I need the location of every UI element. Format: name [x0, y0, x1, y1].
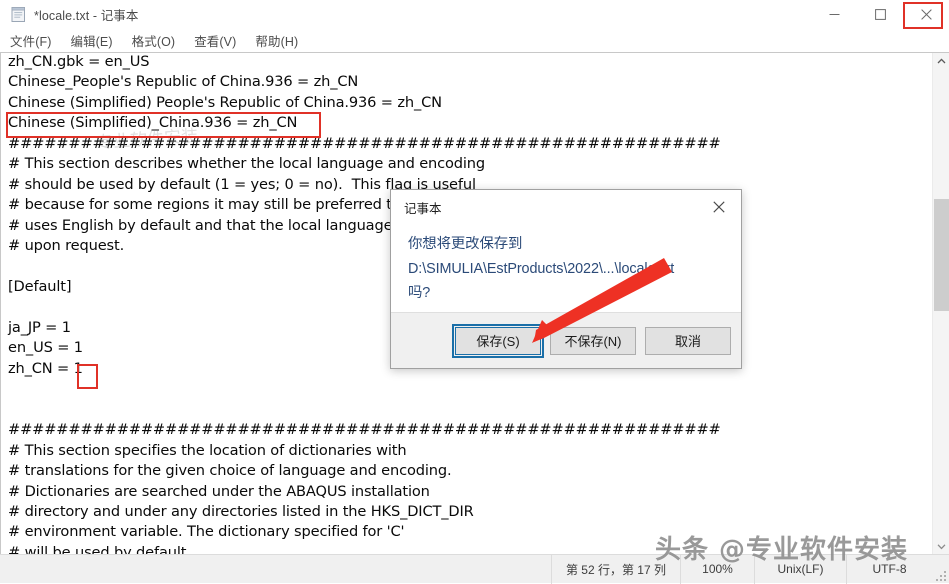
scroll-up-icon[interactable] [933, 53, 949, 70]
dialog-save-button[interactable]: 保存(S) [452, 323, 544, 358]
status-zoom-level: 100% [680, 554, 754, 584]
status-cursor-position: 第 52 行，第 17 列 [550, 554, 680, 584]
title-bar: *locale.txt - 记事本 [0, 0, 949, 30]
close-button[interactable] [903, 0, 949, 29]
notepad-icon [10, 6, 27, 23]
menu-view[interactable]: 查看(V) [194, 31, 236, 50]
dialog-button-row: 保存(S) 不保存(N) 取消 [391, 312, 741, 368]
menu-help[interactable]: 帮助(H) [255, 31, 298, 50]
dialog-cancel-button[interactable]: 取消 [645, 326, 731, 355]
dialog-title-bar: 记事本 [391, 190, 741, 224]
menu-edit[interactable]: 编辑(E) [70, 31, 112, 50]
vertical-scrollbar[interactable] [932, 53, 949, 555]
status-encoding: UTF-8 [846, 554, 932, 584]
menu-file[interactable]: 文件(F) [10, 31, 51, 50]
status-bar: 第 52 行，第 17 列 100% Unix(LF) UTF-8 [0, 554, 949, 584]
scrollbar-thumb[interactable] [934, 199, 949, 311]
status-line-ending: Unix(LF) [754, 554, 846, 584]
dialog-close-icon[interactable] [696, 190, 741, 224]
dialog-title: 记事本 [404, 201, 442, 216]
save-confirmation-dialog: 记事本 你想将更改保存到 D:\SIMULIA\EstProducts\2022… [390, 189, 742, 369]
minimize-button[interactable] [811, 0, 857, 29]
scroll-down-icon[interactable] [933, 538, 949, 555]
maximize-button[interactable] [857, 0, 903, 29]
window-controls [811, 0, 949, 29]
dialog-message: 你想将更改保存到 D:\SIMULIA\EstProducts\2022\...… [408, 236, 675, 301]
menu-bar: 文件(F) 编辑(E) 格式(O) 查看(V) 帮助(H) [0, 29, 949, 52]
window-title: *locale.txt - 记事本 [34, 9, 139, 23]
dialog-dont-save-button[interactable]: 不保存(N) [550, 326, 636, 355]
notepad-window: *locale.txt - 记事本 文件(F) 编辑(E) 格式(O) 查看(V… [0, 0, 949, 584]
menu-format[interactable]: 格式(O) [132, 31, 176, 50]
resize-grip-icon[interactable] [932, 555, 949, 584]
